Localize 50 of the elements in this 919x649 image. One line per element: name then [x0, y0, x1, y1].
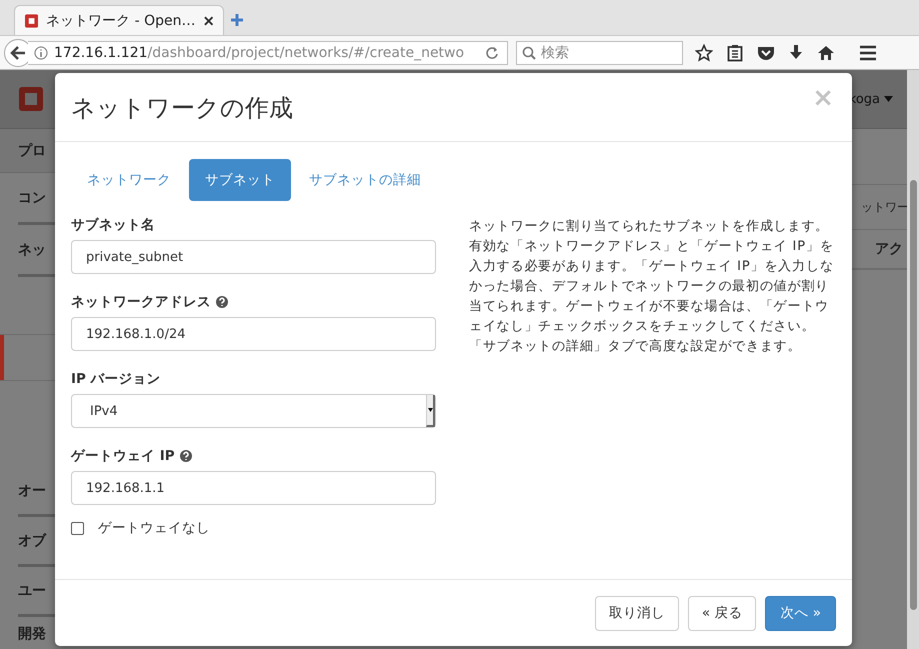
caret-icon — [884, 96, 893, 102]
pocket-icon[interactable] — [757, 44, 775, 60]
star-icon[interactable] — [695, 44, 713, 62]
table-header: アク — [875, 240, 903, 258]
search-field[interactable]: 検索 — [516, 40, 683, 64]
search-icon — [522, 46, 536, 60]
sidebar-item[interactable]: オー — [18, 482, 46, 500]
dialog-button[interactable]: « 戻る — [688, 596, 756, 630]
sidebar-item[interactable]: オブ — [18, 532, 46, 550]
input-field[interactable]: 192.168.1.1 — [71, 471, 436, 505]
address-bar[interactable]: 172.16.1.121/dashboard/project/networks/#/create_netwo — [28, 40, 508, 64]
sidebar-item[interactable]: 開発 — [18, 625, 46, 643]
dialog-button[interactable]: 取り消し — [594, 596, 679, 630]
browser-tab[interactable]: ネットワーク - Open… — [14, 5, 224, 35]
close-icon[interactable] — [204, 16, 213, 26]
tab-title: ネットワーク - Open… — [46, 12, 196, 30]
dialog-title: ネットワークの作成 — [71, 93, 293, 124]
next-button[interactable]: 次へ » — [765, 596, 836, 630]
reload-icon[interactable] — [485, 46, 499, 60]
active-indicator — [0, 335, 4, 380]
sidebar-item[interactable]: コン — [18, 188, 46, 206]
search-placeholder: 検索 — [541, 44, 569, 62]
sidebar-item[interactable]: プロ — [18, 142, 46, 160]
caret-icon — [428, 408, 432, 412]
tab[interactable]: ネットワーク — [71, 159, 187, 201]
download-icon[interactable] — [789, 44, 803, 62]
checkbox[interactable] — [71, 522, 84, 534]
scrollbar-thumb[interactable] — [910, 180, 917, 610]
select-field[interactable]: IPv4 — [71, 394, 436, 428]
menu-icon[interactable] — [859, 44, 877, 60]
sidebar-item[interactable]: ネッ — [18, 240, 46, 258]
field-label: サブネット名 — [71, 216, 155, 234]
url-text: 172.16.1.121/dashboard/project/networks/#/create_netwo — [54, 44, 466, 60]
info-icon — [34, 46, 48, 60]
checkbox-label: ゲートウェイなし — [98, 519, 210, 537]
left-arrow-icon — [10, 46, 26, 60]
plus-icon[interactable] — [230, 13, 244, 27]
field-label: ゲートウェイ IP — [71, 447, 175, 465]
tab[interactable]: サブネット — [189, 159, 291, 201]
description-text: ネットワークに割り当てられたサブネットを作成します。有効な「ネットワークアドレス」と「ゲートウェイ IP」を入力する必要があります。「ゲートウェイ IP」を入力しなかった場合、デフォルトでネットワークの最初の値が割り当てられます。ゲートウェイが不要な場合は、「ゲートウェイなし」チェックボックスをチェックしてください。「サブネットの詳細」タブで高度な設定ができます。 — [469, 218, 835, 356]
input-field[interactable]: 192.168.1.0/24 — [71, 317, 436, 351]
field-label: IP バージョン — [71, 370, 161, 388]
home-icon[interactable] — [817, 44, 835, 60]
clipboard-icon[interactable] — [727, 44, 743, 62]
app-logo-icon — [25, 14, 38, 28]
input-field[interactable]: private_subnet — [71, 240, 436, 274]
tab[interactable]: サブネットの詳細 — [293, 159, 437, 201]
sidebar-item[interactable]: ユー — [18, 582, 46, 600]
logo-icon — [18, 86, 44, 112]
field-label: ネットワークアドレス — [71, 293, 211, 311]
